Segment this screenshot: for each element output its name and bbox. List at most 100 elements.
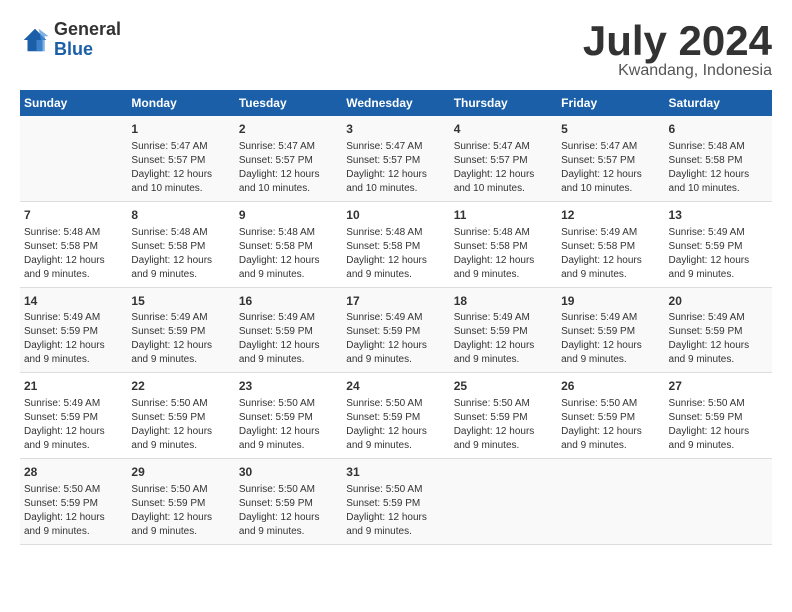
day-number: 1 [131, 121, 230, 138]
calendar-cell: 21 Sunrise: 5:49 AM Sunset: 5:59 PM Dayli… [20, 373, 127, 459]
day-info: Sunrise: 5:50 AM Sunset: 5:59 PM Dayligh… [346, 483, 445, 539]
day-number: 11 [454, 207, 553, 224]
logo-text: General Blue [54, 20, 121, 60]
calendar-cell: 4Sunrise: 5:47 AM Sunset: 5:57 PM Daylig… [450, 116, 557, 201]
page-header: General Blue July 2024 Kwandang, Indones… [20, 20, 772, 80]
calendar-week-row: 21 Sunrise: 5:49 AM Sunset: 5:59 PM Dayli… [20, 373, 772, 459]
calendar-cell: 3 Sunrise: 5:47 AM Sunset: 5:57 PM Daylig… [342, 116, 449, 201]
day-number: 18 [454, 293, 553, 310]
day-info: Sunrise: 5:47 AM Sunset: 5:57 PM Dayligh… [239, 140, 338, 196]
day-info: Sunrise: 5:49 AM Sunset: 5:59 PM Dayligh… [561, 311, 660, 367]
day-info: Sunrise: 5:47 AM Sunset: 5:57 PM Dayligh… [131, 140, 230, 196]
weekday-header: Saturday [665, 90, 772, 116]
day-number: 27 [669, 378, 768, 395]
day-number: 14 [24, 293, 123, 310]
calendar-cell [450, 459, 557, 545]
calendar-week-row: 1 Sunrise: 5:47 AM Sunset: 5:57 PM Daylig… [20, 116, 772, 201]
day-info: Sunrise: 5:47 AM Sunset: 5:57 PM Dayligh… [346, 140, 445, 196]
calendar-cell: 12Sunrise: 5:49 AM Sunset: 5:58 PM Dayli… [557, 201, 664, 287]
day-info: Sunrise: 5:49 AM Sunset: 5:59 PM Dayligh… [669, 226, 768, 282]
calendar-cell: 1 Sunrise: 5:47 AM Sunset: 5:57 PM Daylig… [127, 116, 234, 201]
day-number: 19 [561, 293, 660, 310]
logo-icon [20, 25, 50, 55]
day-number: 30 [239, 464, 338, 481]
day-number: 16 [239, 293, 338, 310]
day-info: Sunrise: 5:47 AM Sunset: 5:57 PM Dayligh… [454, 140, 553, 196]
calendar-cell: 22Sunrise: 5:50 AM Sunset: 5:59 PM Dayli… [127, 373, 234, 459]
calendar-table: SundayMondayTuesdayWednesdayThursdayFrid… [20, 90, 772, 545]
day-number: 31 [346, 464, 445, 481]
calendar-cell: 20Sunrise: 5:49 AM Sunset: 5:59 PM Dayli… [665, 287, 772, 373]
day-number: 3 [346, 121, 445, 138]
day-number: 12 [561, 207, 660, 224]
day-info: Sunrise: 5:48 AM Sunset: 5:58 PM Dayligh… [131, 226, 230, 282]
calendar-cell [557, 459, 664, 545]
day-number: 25 [454, 378, 553, 395]
month-title: July 2024 [583, 20, 772, 62]
day-info: Sunrise: 5:50 AM Sunset: 5:59 PM Dayligh… [669, 397, 768, 453]
day-info: Sunrise: 5:48 AM Sunset: 5:58 PM Dayligh… [454, 226, 553, 282]
weekday-header: Friday [557, 90, 664, 116]
day-number: 6 [669, 121, 768, 138]
calendar-cell: 19Sunrise: 5:49 AM Sunset: 5:59 PM Dayli… [557, 287, 664, 373]
day-info: Sunrise: 5:48 AM Sunset: 5:58 PM Dayligh… [346, 226, 445, 282]
day-info: Sunrise: 5:49 AM Sunset: 5:59 PM Dayligh… [24, 397, 123, 453]
calendar-cell: 9 Sunrise: 5:48 AM Sunset: 5:58 PM Daylig… [235, 201, 342, 287]
calendar-week-row: 28Sunrise: 5:50 AM Sunset: 5:59 PM Dayli… [20, 459, 772, 545]
calendar-week-row: 7 Sunrise: 5:48 AM Sunset: 5:58 PM Daylig… [20, 201, 772, 287]
day-info: Sunrise: 5:49 AM Sunset: 5:59 PM Dayligh… [346, 311, 445, 367]
day-info: Sunrise: 5:50 AM Sunset: 5:59 PM Dayligh… [131, 483, 230, 539]
day-number: 24 [346, 378, 445, 395]
weekday-header: Monday [127, 90, 234, 116]
calendar-cell: 11 Sunrise: 5:48 AM Sunset: 5:58 PM Dayli… [450, 201, 557, 287]
day-number: 21 [24, 378, 123, 395]
calendar-cell: 13 Sunrise: 5:49 AM Sunset: 5:59 PM Dayli… [665, 201, 772, 287]
day-info: Sunrise: 5:50 AM Sunset: 5:59 PM Dayligh… [239, 397, 338, 453]
logo-general-text: General [54, 20, 121, 40]
day-info: Sunrise: 5:49 AM Sunset: 5:59 PM Dayligh… [239, 311, 338, 367]
calendar-cell: 24 Sunrise: 5:50 AM Sunset: 5:59 PM Dayli… [342, 373, 449, 459]
day-info: Sunrise: 5:48 AM Sunset: 5:58 PM Dayligh… [24, 226, 123, 282]
calendar-cell: 18Sunrise: 5:49 AM Sunset: 5:59 PM Dayli… [450, 287, 557, 373]
weekday-header: Wednesday [342, 90, 449, 116]
calendar-cell: 31 Sunrise: 5:50 AM Sunset: 5:59 PM Dayli… [342, 459, 449, 545]
calendar-cell: 25 Sunrise: 5:50 AM Sunset: 5:59 PM Dayli… [450, 373, 557, 459]
day-number: 9 [239, 207, 338, 224]
day-info: Sunrise: 5:50 AM Sunset: 5:59 PM Dayligh… [24, 483, 123, 539]
calendar-cell: 14Sunrise: 5:49 AM Sunset: 5:59 PM Dayli… [20, 287, 127, 373]
day-number: 13 [669, 207, 768, 224]
day-number: 26 [561, 378, 660, 395]
calendar-cell [20, 116, 127, 201]
day-number: 8 [131, 207, 230, 224]
calendar-cell: 2 Sunrise: 5:47 AM Sunset: 5:57 PM Daylig… [235, 116, 342, 201]
day-number: 23 [239, 378, 338, 395]
calendar-cell: 15Sunrise: 5:49 AM Sunset: 5:59 PM Dayli… [127, 287, 234, 373]
day-info: Sunrise: 5:50 AM Sunset: 5:59 PM Dayligh… [346, 397, 445, 453]
weekday-header: Sunday [20, 90, 127, 116]
day-info: Sunrise: 5:50 AM Sunset: 5:59 PM Dayligh… [454, 397, 553, 453]
calendar-cell [665, 459, 772, 545]
location: Kwandang, Indonesia [583, 62, 772, 80]
day-number: 7 [24, 207, 123, 224]
calendar-cell: 6 Sunrise: 5:48 AM Sunset: 5:58 PM Daylig… [665, 116, 772, 201]
day-info: Sunrise: 5:49 AM Sunset: 5:59 PM Dayligh… [454, 311, 553, 367]
calendar-cell: 30Sunrise: 5:50 AM Sunset: 5:59 PM Dayli… [235, 459, 342, 545]
calendar-cell: 10Sunrise: 5:48 AM Sunset: 5:58 PM Dayli… [342, 201, 449, 287]
title-block: July 2024 Kwandang, Indonesia [583, 20, 772, 80]
day-number: 5 [561, 121, 660, 138]
calendar-cell: 29Sunrise: 5:50 AM Sunset: 5:59 PM Dayli… [127, 459, 234, 545]
weekday-header: Thursday [450, 90, 557, 116]
calendar-cell: 16Sunrise: 5:49 AM Sunset: 5:59 PM Dayli… [235, 287, 342, 373]
day-number: 2 [239, 121, 338, 138]
day-info: Sunrise: 5:49 AM Sunset: 5:59 PM Dayligh… [669, 311, 768, 367]
day-info: Sunrise: 5:48 AM Sunset: 5:58 PM Dayligh… [239, 226, 338, 282]
day-info: Sunrise: 5:50 AM Sunset: 5:59 PM Dayligh… [561, 397, 660, 453]
logo: General Blue [20, 20, 121, 60]
logo-blue-text: Blue [54, 40, 121, 60]
calendar-cell: 23 Sunrise: 5:50 AM Sunset: 5:59 PM Dayli… [235, 373, 342, 459]
day-info: Sunrise: 5:48 AM Sunset: 5:58 PM Dayligh… [669, 140, 768, 196]
calendar-cell: 27 Sunrise: 5:50 AM Sunset: 5:59 PM Dayli… [665, 373, 772, 459]
calendar-week-row: 14 Sunrise: 5:49 AM Sunset: 5:59 PM Dayli… [20, 287, 772, 373]
day-number: 20 [669, 293, 768, 310]
day-info: Sunrise: 5:49 AM Sunset: 5:59 PM Dayligh… [131, 311, 230, 367]
